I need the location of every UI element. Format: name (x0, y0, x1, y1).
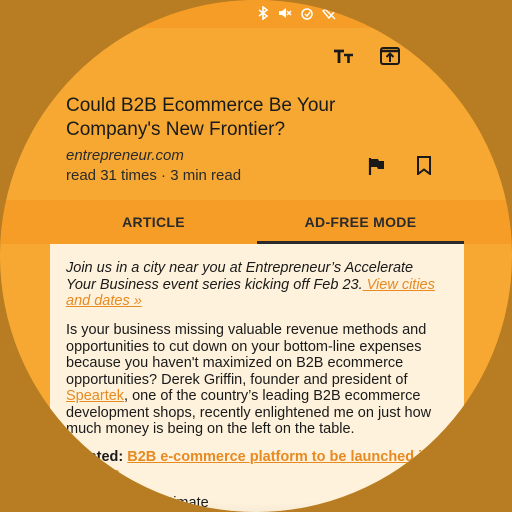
body-text-1: Is your business missing valuable revenu… (66, 322, 427, 388)
screen: Could B2B Ecommerce Be Your Company's Ne… (0, 0, 512, 512)
watch-display: Could B2B Ecommerce Be Your Company's Ne… (0, 0, 512, 512)
related-label: Related: (66, 449, 124, 465)
bluetooth-icon (256, 5, 270, 24)
mute-icon (278, 6, 292, 24)
tab-article[interactable]: ARTICLE (50, 200, 257, 244)
research-text: has estimate (122, 495, 209, 511)
bookmark-icon[interactable] (414, 155, 434, 176)
article-meta: read 31 times · 3 min read (66, 167, 242, 184)
research-paragraph: research has estimate (66, 495, 486, 512)
article-source[interactable]: entrepreneur.com (66, 147, 184, 164)
related-link-2[interactable]: ...uss.in (66, 466, 120, 482)
speartek-link[interactable]: Speartek (66, 388, 124, 404)
related-link[interactable]: B2B e-commerce platform to be launched i… (127, 449, 458, 465)
article-title: Could B2B Ecommerce Be Your Company's Ne… (66, 95, 336, 140)
related-paragraph: Related: B2B e-commerce platform to be l… (66, 449, 486, 482)
open-in-icon[interactable] (378, 44, 402, 68)
status-bar (0, 0, 512, 28)
text-size-icon[interactable] (332, 44, 356, 68)
flag-icon[interactable] (367, 156, 387, 176)
research-link[interactable]: research (66, 495, 122, 511)
tab-ad-free-mode[interactable]: AD-FREE MODE (257, 200, 464, 244)
tab-bar: ARTICLE AD-FREE MODE (0, 200, 512, 244)
body-paragraph: Is your business missing valuable revenu… (66, 322, 436, 438)
status-icons (256, 5, 336, 24)
no-wifi-icon (322, 6, 336, 24)
promo-paragraph: Join us in a city near you at Entreprene… (66, 260, 436, 310)
alarm-icon (300, 6, 314, 24)
promo-text: Join us in a city near you at Entreprene… (66, 260, 414, 293)
